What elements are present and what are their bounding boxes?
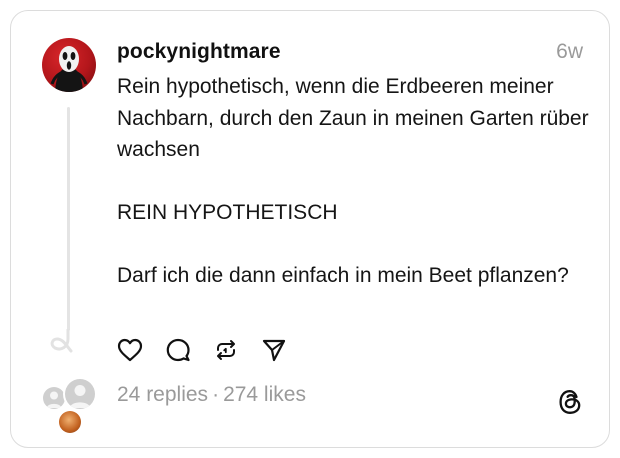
like-button[interactable] bbox=[117, 337, 143, 363]
comment-icon bbox=[166, 338, 190, 362]
reply-avatars bbox=[41, 377, 101, 437]
reply-avatar bbox=[63, 377, 97, 411]
send-icon bbox=[262, 339, 286, 362]
timestamp: 6w bbox=[556, 40, 583, 63]
heart-icon bbox=[117, 338, 143, 362]
threads-logo[interactable] bbox=[557, 388, 583, 416]
post-text: Rein hypothetisch, wenn die Erdbeeren me… bbox=[117, 75, 589, 287]
reply-avatar bbox=[59, 411, 81, 433]
default-user-icon bbox=[43, 387, 65, 409]
action-bar bbox=[117, 337, 287, 363]
likes-count[interactable]: 274 likes bbox=[223, 383, 306, 406]
reply-button[interactable] bbox=[165, 337, 191, 363]
ghostface-mask-icon bbox=[50, 46, 88, 92]
replies-count[interactable]: 24 replies bbox=[117, 383, 208, 406]
username[interactable]: pockynightmare bbox=[117, 40, 281, 64]
repost-icon bbox=[217, 340, 235, 360]
post-card: pockynightmare 6w Rein hypothetisch, wen… bbox=[10, 10, 610, 448]
default-user-icon bbox=[65, 379, 95, 409]
thread-curl-icon bbox=[50, 329, 73, 353]
stats-separator: · bbox=[212, 383, 220, 406]
user-avatar[interactable] bbox=[42, 38, 96, 92]
engagement-stats: 24 replies · 274 likes bbox=[117, 383, 306, 407]
share-button[interactable] bbox=[261, 337, 287, 363]
thread-line bbox=[67, 107, 70, 331]
repost-button[interactable] bbox=[213, 337, 239, 363]
